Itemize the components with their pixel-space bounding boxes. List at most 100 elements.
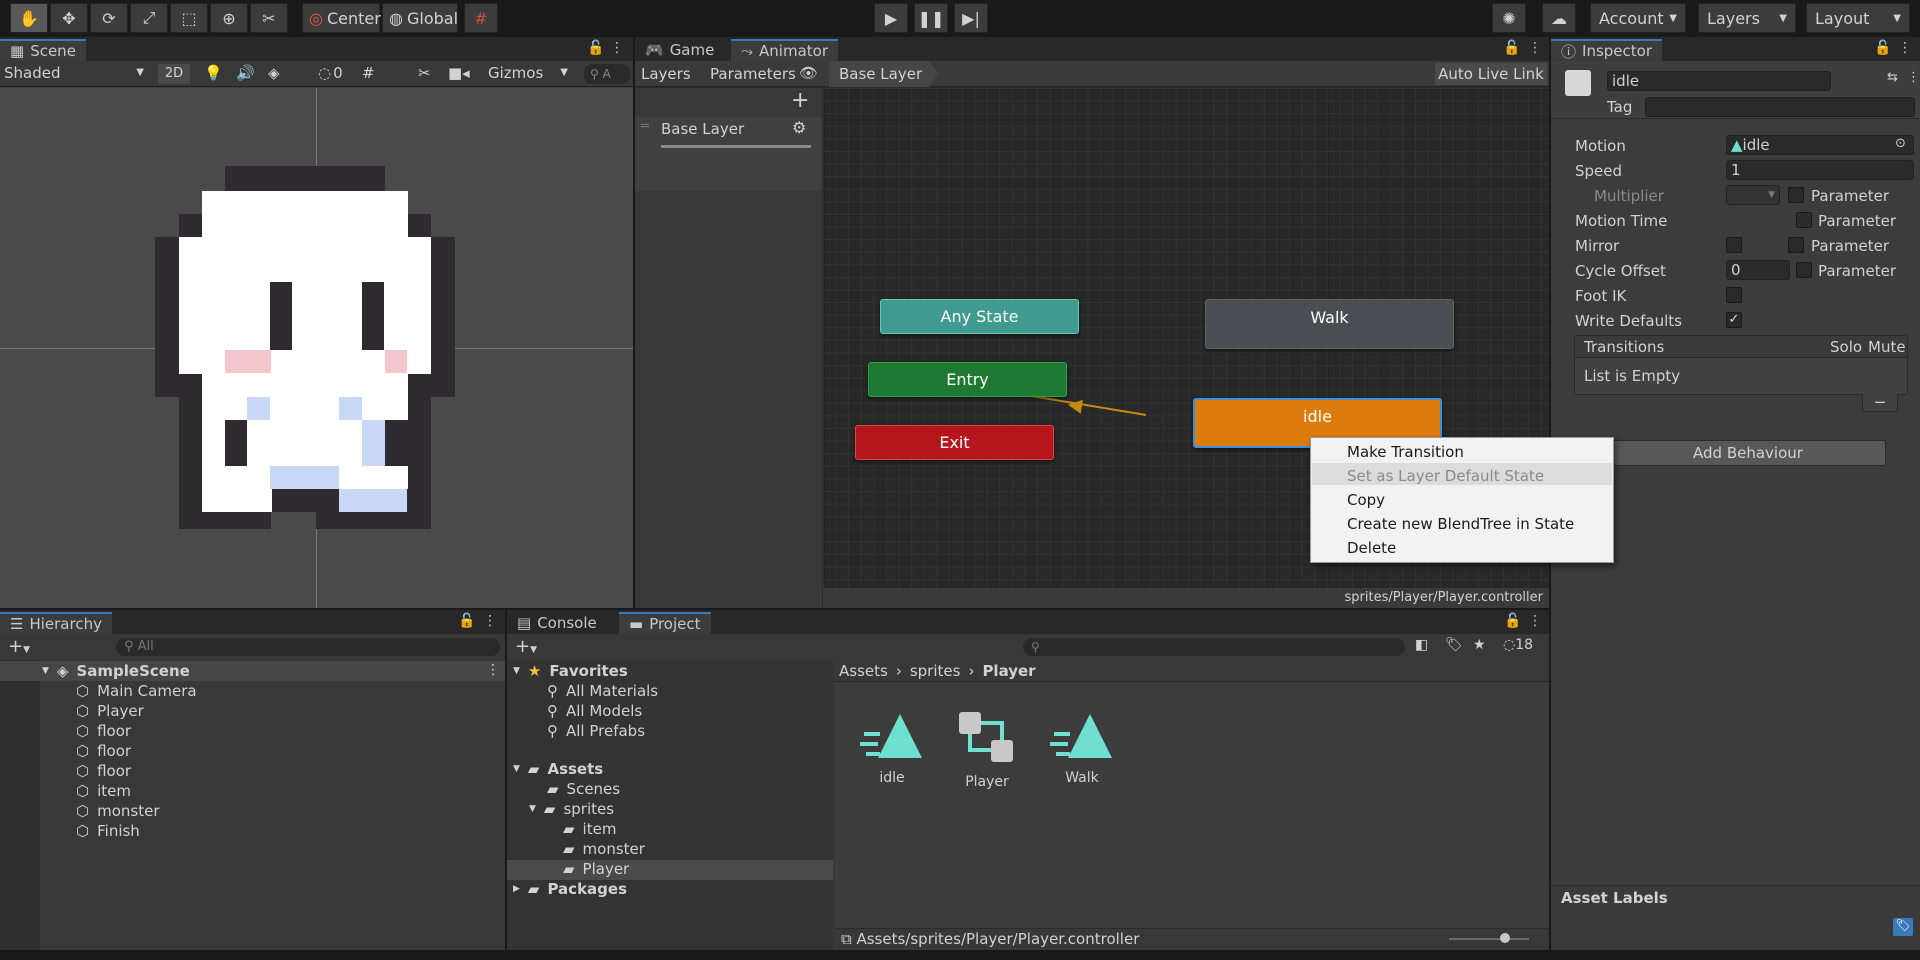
grid-snap-icon[interactable]: # [464,3,498,33]
state-entry[interactable]: Entry [868,362,1067,397]
tab-console[interactable]: ▤ Console [507,612,607,634]
add-behaviour-button[interactable]: Add Behaviour [1610,440,1886,466]
rotate-tool-icon[interactable]: ⟳ [90,3,128,33]
move-tool-icon[interactable]: ✥ [50,3,88,33]
state-walk[interactable]: Walk [1205,299,1454,349]
custom-tool-icon[interactable]: ✂ [250,3,288,33]
label-tag-icon[interactable]: 🏷 [1893,918,1913,936]
icon-size-slider[interactable] [1449,938,1529,940]
favorites-root[interactable]: ▼ ★ Favorites [513,662,628,680]
menu-item-create-blendtree[interactable]: Create new BlendTree in State [1347,515,1574,533]
list-item[interactable]: ⬡ item [76,782,131,800]
folder-item[interactable]: ▰ item [563,820,616,838]
pivot-toggle[interactable]: ◎ Center [302,3,381,33]
auto-live-link-button[interactable]: Auto Live Link [1435,63,1547,85]
lighting-icon[interactable]: 💡 [204,64,223,82]
drag-handle-icon[interactable]: ═ [641,119,649,134]
favorites-item[interactable]: ⚲ All Materials [547,682,658,700]
breadcrumb-assets[interactable]: Assets [839,662,888,680]
tab-scene[interactable]: ▦ Scene [0,39,86,61]
lock-icon[interactable]: 🔓 [587,40,604,56]
tools-icon[interactable]: ✂ [418,64,431,82]
lock-icon[interactable]: 🔓 [1503,40,1520,56]
cycle-offset-input[interactable]: 0 [1726,260,1790,280]
packages-root[interactable]: ▶ ▰ Packages [513,880,627,898]
camera-icon[interactable]: ■◂ [448,64,470,82]
more-menu-icon[interactable]: ⋮ [1907,70,1920,85]
menu-item-make-transition[interactable]: Make Transition [1347,443,1464,461]
menu-item-set-default-state[interactable]: Set as Layer Default State [1347,467,1544,485]
tag-input[interactable] [1645,97,1915,117]
space-toggle[interactable]: ◍ Global [382,3,458,33]
scene-viewport[interactable] [0,88,633,608]
list-item[interactable]: ⬡ Finish [76,822,140,840]
more-menu-icon[interactable]: ⋮ [610,40,624,56]
folder-item[interactable]: ▰ monster [563,840,645,858]
search-by-type-icon[interactable]: ◧ [1415,637,1428,653]
menu-item-copy[interactable]: Copy [1347,491,1385,509]
cycle-offset-parameter-checkbox[interactable] [1796,262,1812,278]
more-menu-icon[interactable]: ⋮ [1528,40,1542,56]
transform-tool-icon[interactable]: ⊕ [210,3,248,33]
services-icon[interactable]: ✺ [1492,3,1526,33]
step-button[interactable]: ▶| [954,3,988,33]
state-any-state[interactable]: Any State [880,299,1079,334]
hidden-objects-toggle[interactable]: ◌ 0 [318,64,343,82]
grid-icon[interactable]: # [362,64,375,82]
list-item[interactable]: ⬡ Main Camera [76,682,197,700]
assets-root[interactable]: ▼ ▰ Assets [513,760,603,778]
account-dropdown[interactable]: Account ▼ [1590,3,1686,33]
speed-input[interactable]: 1 [1726,160,1914,180]
mirror-parameter-checkbox[interactable] [1788,237,1804,253]
tab-hierarchy[interactable]: ☰ Hierarchy [0,612,112,634]
motion-time-parameter-checkbox[interactable] [1796,212,1812,228]
preset-icon[interactable]: ⇆ [1887,70,1898,85]
folder-item[interactable]: ▼ ▰ sprites [529,800,614,818]
state-exit[interactable]: Exit [855,425,1054,460]
folder-item[interactable]: ▰ Scenes [547,780,620,798]
add-object-button[interactable]: +▼ [8,636,30,657]
eye-icon[interactable]: 👁 [799,64,818,82]
audio-icon[interactable]: 🔊 [236,64,255,82]
foot-ik-checkbox[interactable] [1726,287,1742,303]
menu-item-delete[interactable]: Delete [1347,539,1396,557]
project-search-input[interactable]: ⚲ [1023,638,1405,656]
tab-game[interactable]: 🎮 Game [635,39,724,61]
list-item[interactable]: ⬡ floor [76,742,131,760]
asset-walk[interactable]: Walk [1042,710,1122,786]
folder-item[interactable]: ▰ Player [563,860,629,878]
scale-tool-icon[interactable]: ⤢ [130,3,168,33]
list-item[interactable]: ⬡ monster [76,802,160,820]
more-menu-icon[interactable]: ⋮ [486,662,500,678]
scene-root-item[interactable]: ▼ ◈ SampleScene [42,662,190,680]
breadcrumb[interactable]: Base Layer [829,61,939,87]
play-button[interactable]: ▶ [874,3,908,33]
state-name-input[interactable]: idle [1607,71,1831,91]
breadcrumb-sprites[interactable]: sprites [910,662,961,680]
shading-dropdown[interactable]: Shaded ▼ [4,64,148,84]
asset-idle[interactable]: idle [852,710,932,786]
asset-player-controller[interactable]: Player [947,710,1027,790]
search-by-label-icon[interactable]: 🏷 [1445,637,1463,653]
list-item[interactable]: ⬡ Player [76,702,144,720]
tab-inspector[interactable]: ⓘ Inspector [1551,39,1662,61]
add-layer-button[interactable]: + [791,88,809,113]
player-sprite[interactable] [155,166,455,529]
hand-tool-icon[interactable]: ✋ [10,3,48,33]
write-defaults-checkbox[interactable]: ✓ [1726,312,1742,328]
more-menu-icon[interactable]: ⋮ [1528,613,1542,629]
object-picker-icon[interactable]: ⊙ [1895,136,1906,151]
favorite-icon[interactable]: ★ [1473,637,1486,653]
lock-icon[interactable]: 🔓 [458,613,475,629]
remove-transition-button[interactable]: − [1862,394,1898,412]
icon-size-slider-thumb[interactable] [1500,933,1510,943]
multiplier-dropdown[interactable]: ▼ [1726,185,1780,205]
layers-dropdown[interactable]: Layers ▼ [1698,3,1796,33]
lock-icon[interactable]: 🔓 [1504,613,1521,629]
list-item[interactable]: ⬡ floor [76,722,131,740]
toggle-2d-button[interactable]: 2D [158,64,190,84]
favorites-item[interactable]: ⚲ All Models [547,702,642,720]
gizmos-dropdown[interactable]: Gizmos ▼ [488,64,568,84]
hidden-packages-toggle[interactable]: ◌18 [1503,637,1533,653]
lock-icon[interactable]: 🔓 [1874,40,1891,56]
